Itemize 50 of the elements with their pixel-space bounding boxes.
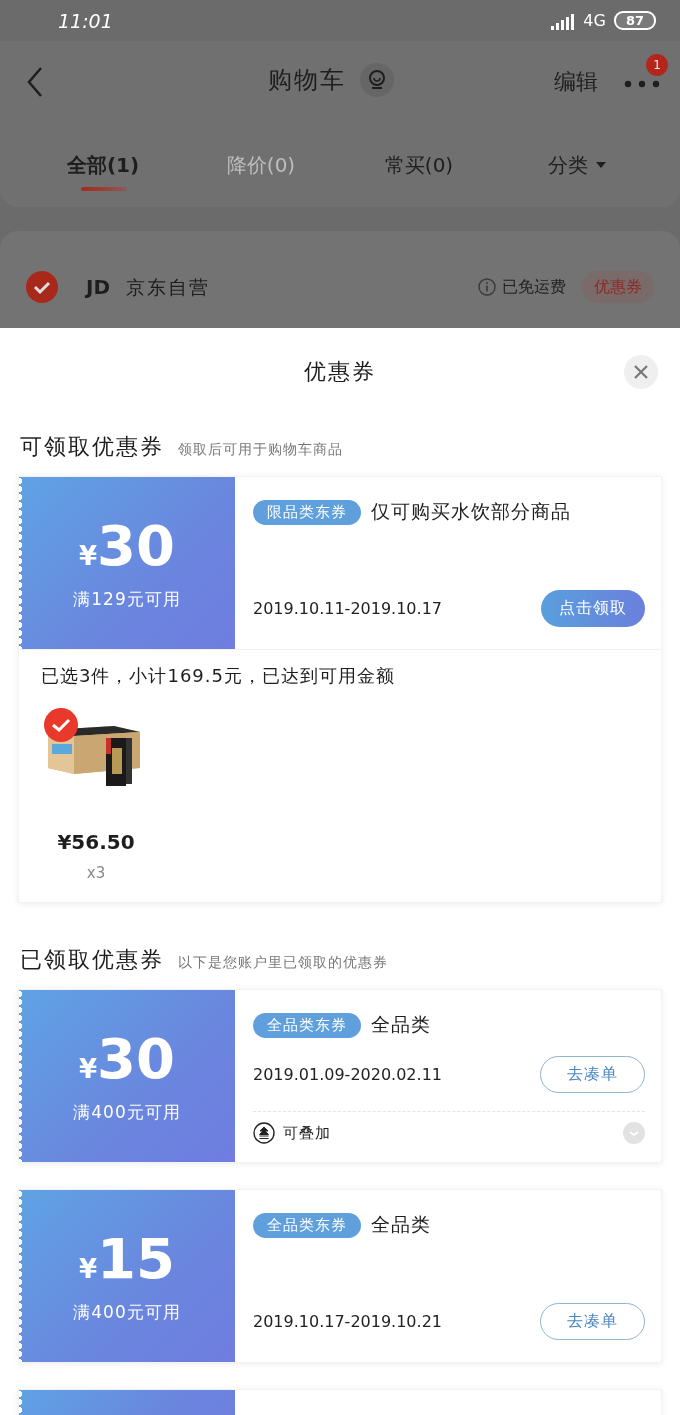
shipping-label: 已免运费 [502, 276, 566, 299]
caret-icon [596, 162, 606, 169]
coupon-amount: ¥15 [79, 1228, 175, 1289]
coupon-scope: 仅可购买水饮部分商品 [371, 499, 571, 524]
check-icon[interactable] [26, 271, 58, 304]
close-icon [633, 364, 649, 380]
check-icon[interactable] [44, 708, 78, 742]
tab[interactable]: 常买(0) [340, 123, 498, 208]
section-subtitle: 领取后可用于购物车商品 [178, 441, 343, 459]
section-subtitle: 以下是您账户里已领取的优惠券 [178, 954, 388, 972]
coupon-condition: 满129元可用 [73, 587, 181, 611]
section-title: 已领取优惠券 [20, 946, 164, 974]
product-quantity: x3 [86, 864, 106, 882]
coupon-amount: ¥30 [79, 515, 175, 576]
battery-indicator: 87 [613, 11, 656, 31]
coupon-scope: 全品类 [371, 1012, 431, 1037]
product-price: ¥56.50 [57, 830, 135, 854]
sheet-title: 优惠券 [304, 358, 376, 386]
store-name: 京东自营 [126, 275, 211, 301]
coupon-dates: 2019.10.11-2019.10.17 [253, 599, 442, 618]
coupon-dates: 2019.10.17-2019.10.21 [253, 1312, 442, 1331]
page-title: 购物车 [268, 65, 346, 97]
coupon-dates: 2019.01.09-2020.02.11 [253, 1065, 442, 1084]
store-logo: JD [86, 274, 111, 302]
category-dropdown[interactable]: 分类 [498, 123, 656, 208]
status-time: 11:01 [58, 9, 113, 32]
tab-indicator [81, 187, 127, 192]
coupon-condition: 满400元可用 [73, 1300, 181, 1324]
tab[interactable]: 全部(1) [24, 123, 182, 208]
coupon-link[interactable]: 优惠券 [582, 271, 654, 304]
coupon-tag: 全品类东券 [253, 1012, 361, 1038]
more-icon[interactable] [624, 80, 660, 89]
coupon-condition: 满400元可用 [73, 1100, 181, 1124]
claim-button[interactable]: 点击领取 [541, 590, 645, 627]
info-icon [478, 278, 496, 297]
stackable-label: 可叠加 [283, 1123, 331, 1143]
network-label: 4G [583, 11, 606, 31]
location-pin-icon [360, 63, 394, 98]
back-icon[interactable] [26, 66, 44, 99]
coupon-amount: ¥30 [79, 1028, 175, 1089]
edit-link[interactable]: 编辑 [554, 67, 598, 98]
coupon-scope: 全品类 [371, 1212, 431, 1237]
close-button[interactable] [624, 355, 658, 389]
signal-icon [551, 11, 576, 30]
notification-badge: 1 [646, 54, 668, 77]
selection-summary: 已选3件，小计169.5元，已达到可用金额 [41, 664, 396, 688]
stack-icon [253, 1122, 275, 1144]
coupon-tag: 全品类东券 [253, 1212, 361, 1238]
section-title: 可领取优惠券 [20, 433, 164, 461]
coupon-tag: 限品类东券 [253, 499, 361, 525]
